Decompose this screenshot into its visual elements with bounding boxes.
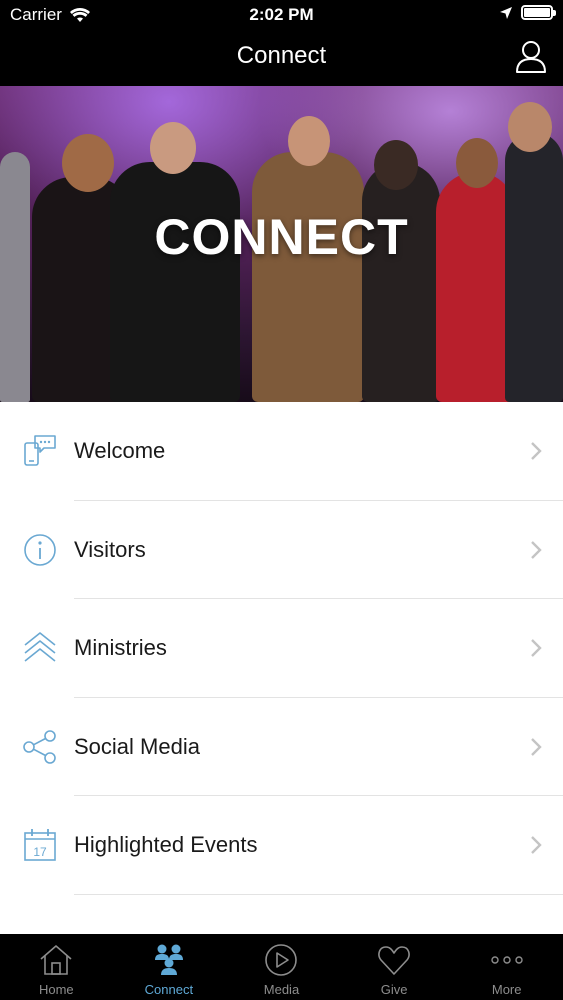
hero-banner: CONNECT [0,86,563,402]
tab-label: Give [380,982,408,997]
menu-item-label: Social Media [74,733,200,759]
calendar-icon: 17 [24,829,56,862]
tab-give[interactable]: Give [338,934,451,1000]
chevron-right-icon [531,442,542,461]
menu-item-label: Highlighted Events [74,832,258,858]
chevron-right-icon [531,836,542,855]
location-arrow-icon [500,6,512,19]
tab-more[interactable]: More [450,934,563,1000]
connect-menu-list: Welcome Visitors Ministries Social Media… [0,402,563,934]
menu-item-visitors[interactable]: Visitors [0,501,563,599]
heart-icon [378,946,410,975]
nav-bar: Connect [0,30,563,86]
chevron-right-icon [531,639,542,658]
menu-item-ministries[interactable]: Ministries [0,599,563,698]
battery-icon [521,5,556,20]
people-icon [154,944,183,975]
chevrons-up-icon [24,632,56,662]
divider [74,893,563,895]
status-right [499,5,556,20]
page-title: Connect [236,42,327,69]
menu-item-label: Welcome [74,438,166,464]
chevron-right-icon [531,737,542,756]
tab-label: More [491,982,522,997]
phone-chat-icon [24,435,56,467]
tab-connect[interactable]: Connect [113,934,226,1000]
play-icon [265,944,298,976]
info-icon [24,533,56,566]
status-time: 2:02 PM [249,5,314,24]
tab-label: Media [263,982,300,997]
status-bar: Carrier 2:02 PM [0,0,563,30]
tab-label: Connect [144,982,194,997]
calendar-day: 17 [33,845,47,859]
tab-bar: Home Connect Media Give More [0,934,563,1000]
home-icon [40,945,72,975]
menu-item-social-media[interactable]: Social Media [0,698,563,796]
chevron-right-icon [531,540,542,559]
more-dots-icon [490,956,523,964]
menu-item-welcome[interactable]: Welcome [0,402,563,501]
share-icon [23,729,56,764]
menu-item-highlighted-events[interactable]: 17 Highlighted Events [0,796,563,895]
hero-title: CONNECT [154,209,409,265]
tab-label: Home [38,982,74,997]
tab-media[interactable]: Media [225,934,338,1000]
tab-home[interactable]: Home [0,934,113,1000]
menu-item-label: Visitors [74,536,146,562]
profile-icon[interactable] [515,40,547,74]
menu-item-label: Ministries [74,635,167,661]
